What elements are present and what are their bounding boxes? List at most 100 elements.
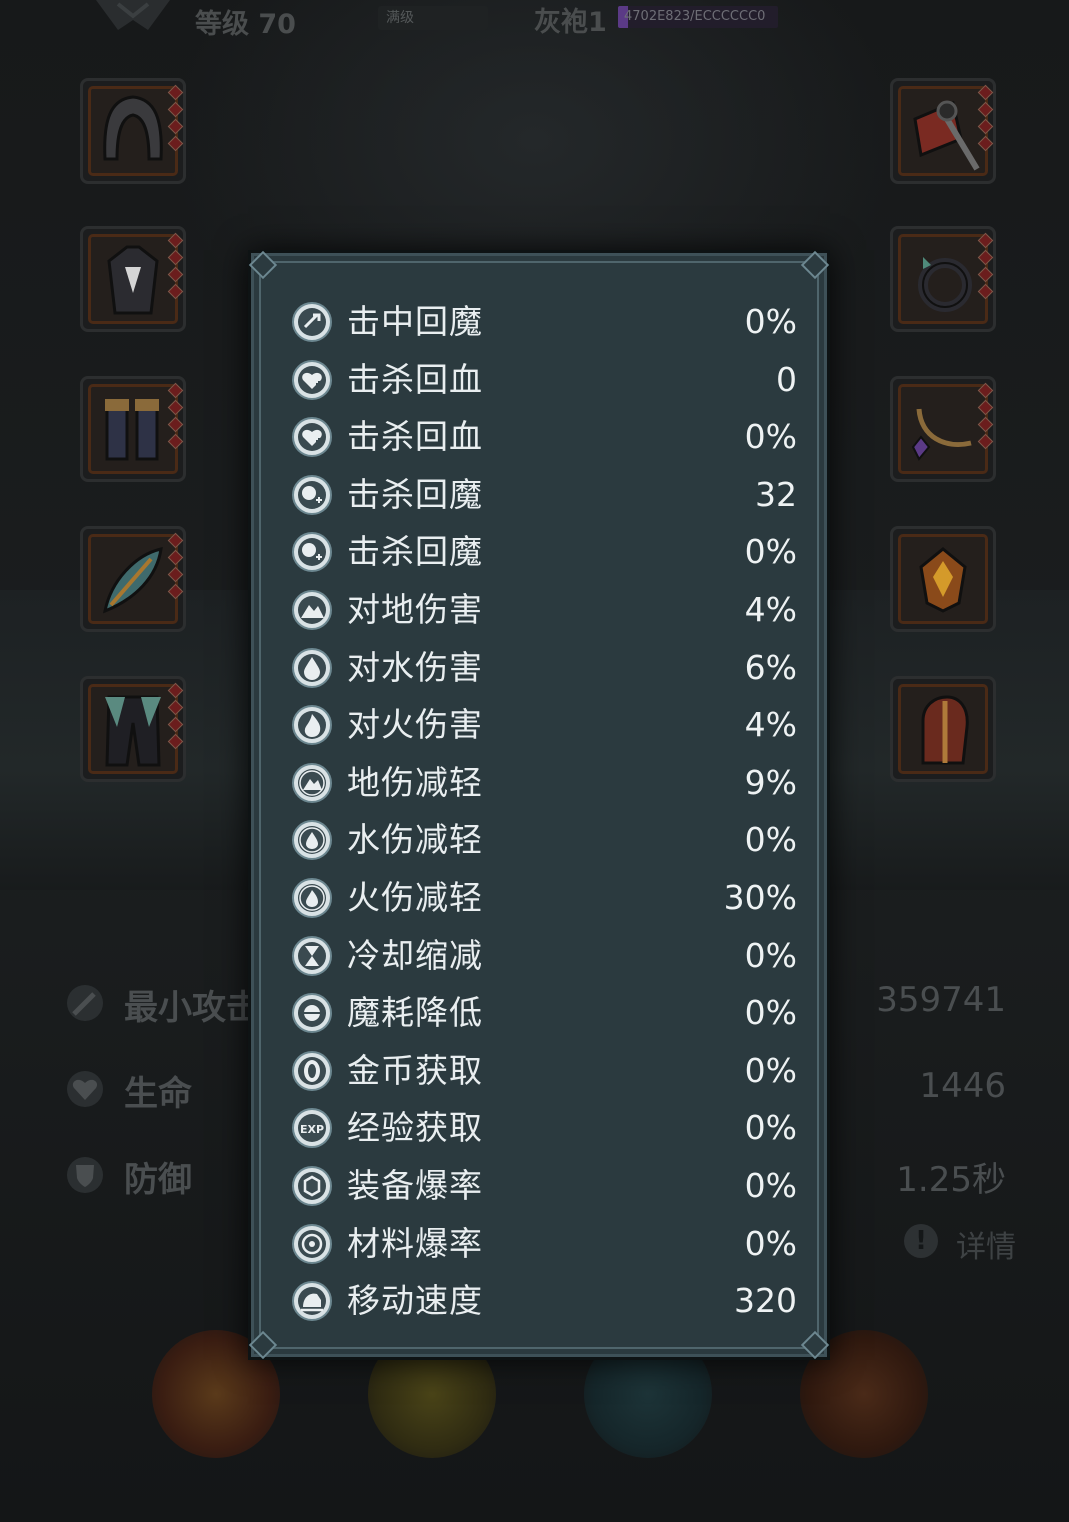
- max-level-chip: 满级: [378, 6, 488, 30]
- info-icon: !: [904, 1224, 938, 1258]
- equip-slot-hood[interactable]: [80, 78, 186, 184]
- detail-label: 详情: [956, 1230, 1016, 1265]
- stat-row: 装备爆率 0%: [287, 1157, 797, 1215]
- stat-label: 经验获取: [347, 1108, 483, 1148]
- stats-panel: 击中回魔 0% 击杀回血 0 击杀回血 0% 击杀回魔 32 击杀回魔 0% 对地伤害 4% 对水伤害 6…: [248, 250, 830, 1360]
- coin-icon: [292, 1050, 332, 1091]
- stat-row: 移动速度 320: [287, 1272, 797, 1330]
- stat-label: 对水伤害: [347, 647, 483, 687]
- stat-value: 4%: [744, 589, 797, 629]
- stat-value: 0%: [744, 417, 797, 457]
- stat-value: 6%: [744, 647, 797, 687]
- hood-icon: [103, 95, 163, 161]
- bg-stat-value: 1.25秒: [896, 1160, 1006, 1200]
- bg-stat-label: 生命: [124, 1074, 192, 1114]
- fire-shield-icon: [292, 877, 332, 918]
- earth-icon: [292, 589, 332, 630]
- detail-button[interactable]: ! 详情: [900, 1218, 1020, 1266]
- stat-label: 击杀回血: [347, 359, 483, 399]
- stat-value: 0%: [744, 302, 797, 341]
- stat-row: 冷却缩减 0%: [287, 927, 797, 985]
- water-shield-icon: [292, 820, 332, 861]
- pants-icon: [105, 695, 161, 767]
- equip-slot-ring[interactable]: [890, 226, 996, 332]
- fire-icon: [292, 705, 332, 746]
- exp-text: 4702E823/ECCCCCC0: [624, 9, 766, 24]
- stat-row: 击杀回魔 32: [287, 466, 797, 524]
- stat-label: 击杀回血: [347, 417, 483, 457]
- equip-slot-weapon[interactable]: [890, 78, 996, 184]
- mana-cost-icon: [292, 993, 332, 1034]
- stat-value: 0: [776, 359, 797, 399]
- player-name: 灰袍1: [534, 7, 607, 38]
- equip-slot-feather[interactable]: [80, 526, 186, 632]
- stat-label: 水伤减轻: [347, 820, 483, 860]
- stat-value: 9%: [744, 762, 797, 802]
- speed-icon: [292, 1281, 332, 1322]
- stat-value: 4%: [744, 705, 797, 745]
- ring-icon: [918, 257, 972, 312]
- stat-row: 水伤减轻 0%: [287, 811, 797, 869]
- heart-icon: [67, 1071, 103, 1107]
- stat-row: 击杀回血 0: [287, 351, 797, 409]
- stat-row: 击杀回魔 0%: [287, 523, 797, 581]
- stats-list: 击中回魔 0% 击杀回血 0 击杀回血 0% 击杀回魔 32 击杀回魔 0% 对地伤害 4% 对水伤害 6…: [287, 293, 797, 1330]
- stat-label: 击杀回魔: [347, 532, 483, 572]
- stat-row: 魔耗降低 0%: [287, 984, 797, 1042]
- material-drop-icon: [292, 1223, 332, 1264]
- stat-row: 击杀回血 0%: [287, 408, 797, 466]
- stat-value: 0%: [744, 1108, 797, 1148]
- stat-row: EXP 经验获取 0%: [287, 1099, 797, 1157]
- svg-text:EXP: EXP: [300, 1123, 324, 1136]
- stat-value: 0%: [744, 993, 797, 1033]
- stat-value: 0%: [744, 935, 797, 975]
- stat-row: 材料爆率 0%: [287, 1215, 797, 1273]
- hourglass-icon: [292, 935, 332, 976]
- stat-label: 对火伤害: [347, 705, 483, 745]
- top-bar: 等级 70 满级 灰袍1 4702E823/ECCCCCC0: [0, 0, 1069, 40]
- stat-label: 对地伤害: [347, 589, 483, 629]
- stat-label: 魔耗降低: [347, 993, 483, 1033]
- rank-emblem-icon: [96, 0, 170, 30]
- earth-shield-icon: [292, 762, 332, 803]
- equip-slot-cloak[interactable]: [80, 226, 186, 332]
- stat-label: 金币获取: [347, 1050, 483, 1090]
- boots-icon: [105, 399, 159, 461]
- stat-label: 火伤减轻: [347, 877, 483, 917]
- necklace-icon: [911, 408, 972, 461]
- stat-row: 对火伤害 4%: [287, 696, 797, 754]
- bg-stat-label: 最小攻击: [124, 988, 260, 1028]
- bg-stat-value: 359741: [876, 980, 1006, 1020]
- shield-icon: [67, 1157, 103, 1193]
- stat-row: 地伤减轻 9%: [287, 754, 797, 812]
- equip-slot-emblem[interactable]: [890, 526, 996, 632]
- equip-slot-boots[interactable]: [80, 376, 186, 482]
- stat-label: 击杀回魔: [347, 474, 483, 514]
- stat-value: 32: [755, 474, 797, 514]
- stat-row: 击中回魔 0%: [287, 293, 797, 351]
- stat-label: 材料爆率: [347, 1223, 483, 1263]
- stat-row: 对地伤害 4%: [287, 581, 797, 639]
- stat-label: 地伤减轻: [347, 762, 483, 802]
- bg-stat-value: 1446: [919, 1066, 1006, 1106]
- equip-slot-necklace[interactable]: [890, 376, 996, 482]
- stat-label: 装备爆率: [347, 1165, 483, 1205]
- water-icon: [292, 647, 332, 688]
- equip-slot-helmet[interactable]: [890, 676, 996, 782]
- stat-value: 0%: [744, 1223, 797, 1263]
- player-level: 等级 70: [195, 9, 296, 40]
- stat-label: 击中回魔: [347, 302, 483, 341]
- equip-drop-icon: [292, 1165, 332, 1206]
- stat-row: 火伤减轻 30%: [287, 869, 797, 927]
- heart-plus-icon: [292, 359, 332, 400]
- stat-label: 移动速度: [347, 1281, 483, 1321]
- stat-label: 冷却缩减: [347, 935, 483, 975]
- exp-bar: 4702E823/ECCCCCC0: [618, 6, 778, 28]
- feather-icon: [102, 547, 163, 614]
- equip-slot-pants[interactable]: [80, 676, 186, 782]
- stat-value: 0%: [744, 532, 797, 572]
- bg-stat-label: 防御: [124, 1160, 192, 1200]
- stat-value: 0%: [744, 1050, 797, 1090]
- stat-value: 30%: [723, 877, 797, 917]
- emblem-icon: [919, 547, 967, 613]
